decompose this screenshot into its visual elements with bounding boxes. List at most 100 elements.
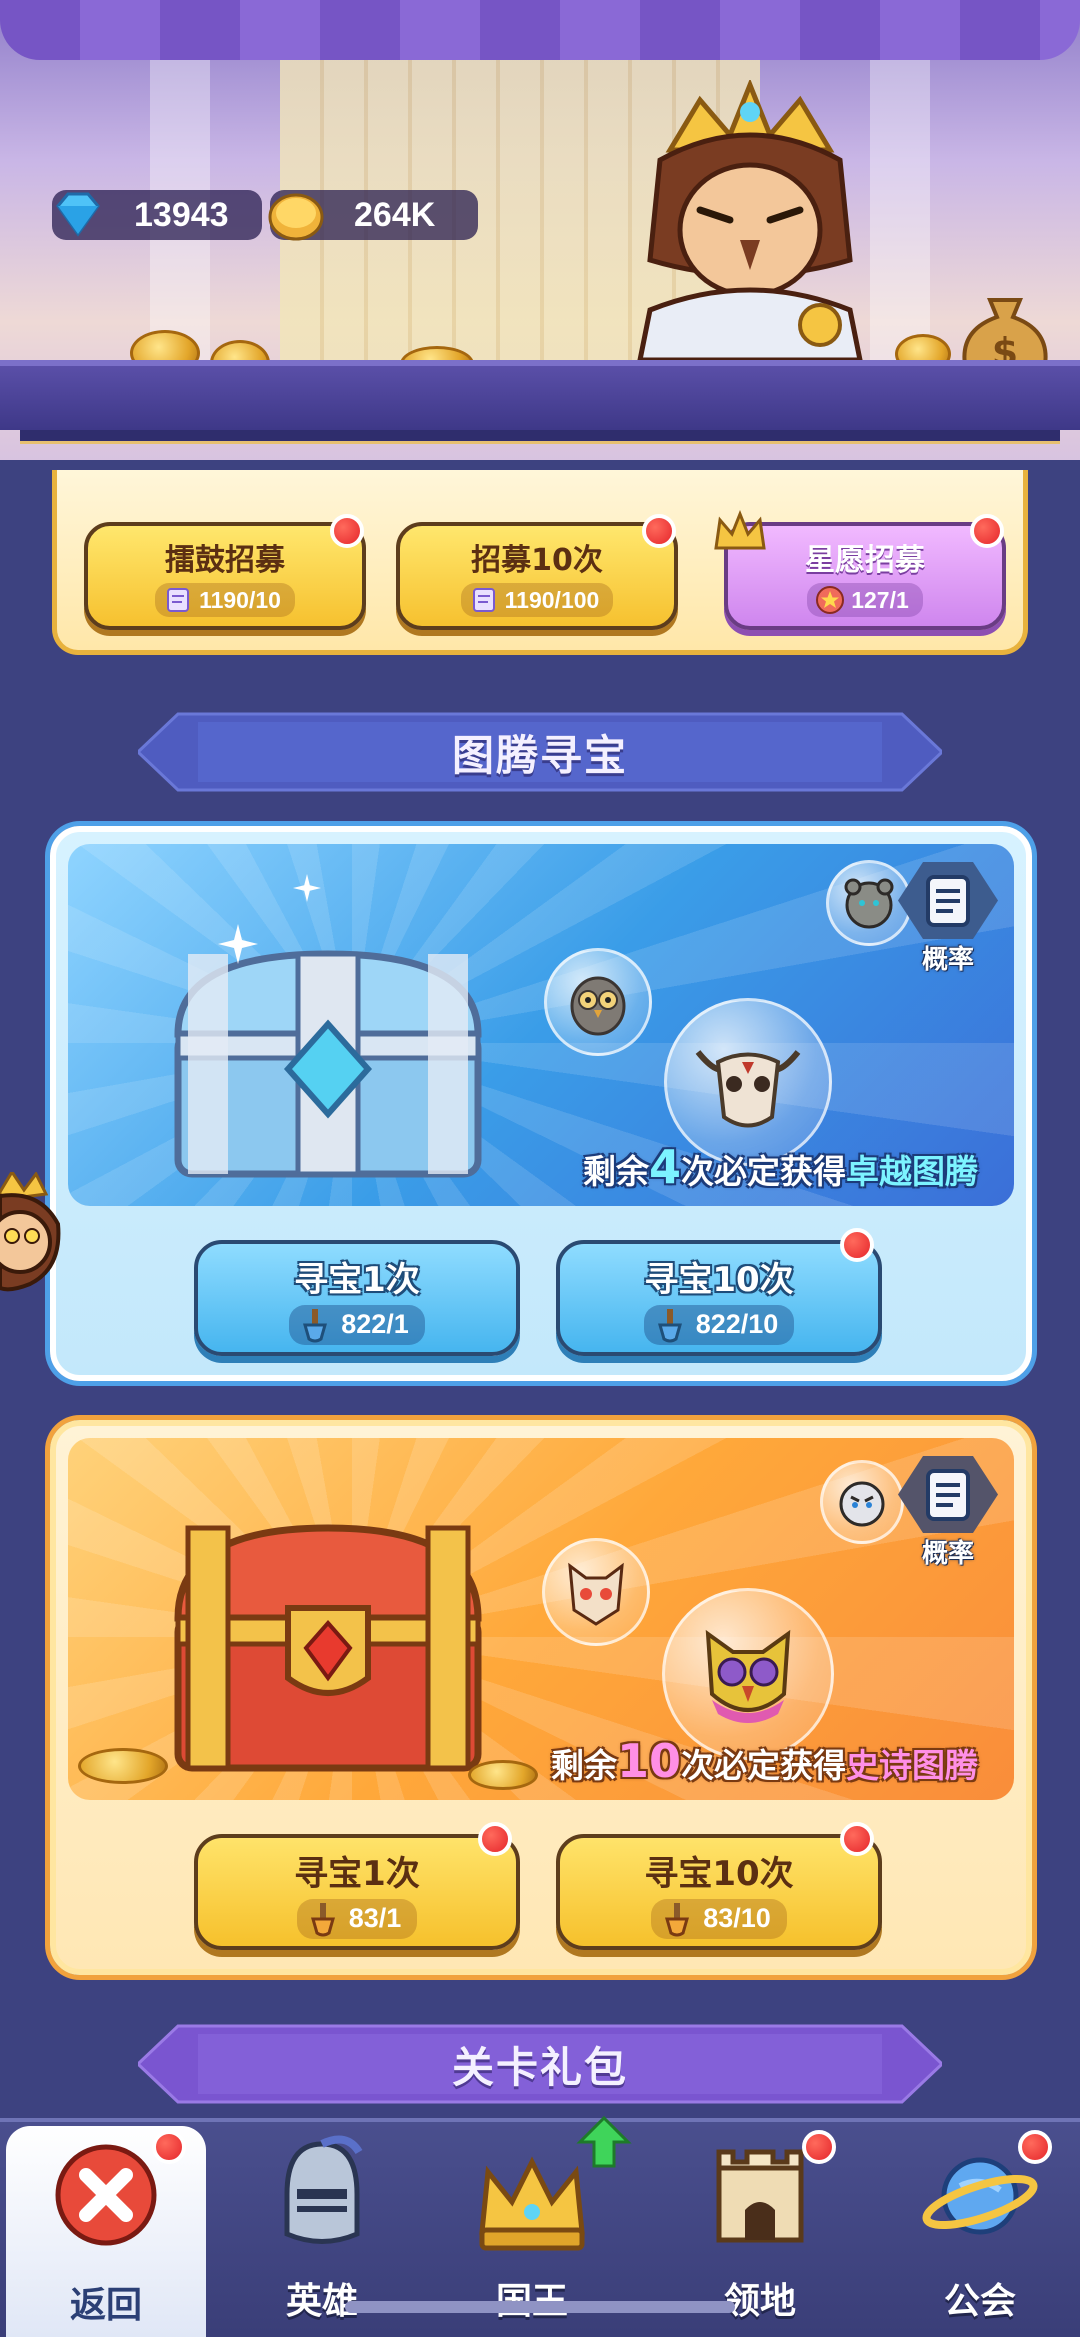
epic-chest-banner: 概率 剩余10次必定获得史诗图腾 [68,1438,1014,1800]
close-icon [55,2144,157,2246]
hero-avatar-sidebar-icon[interactable] [0,1172,62,1296]
guarantee-text: 剩余4次必定获得卓越图腾 [583,1140,978,1194]
gold-amount: 264K [354,195,436,234]
silver-chest-icon [174,950,482,1178]
notification-dot [330,514,364,548]
recruit-cost: 1190/10 [155,583,295,617]
recruit-scroll-icon [472,588,495,612]
crown-badge-icon [714,510,766,550]
document-list-icon [926,874,970,927]
stage-trim [20,430,1060,444]
gold-coin-icon [268,193,324,241]
section-title: 图腾寻宝 [451,730,628,780]
sparkle-icon [218,924,258,964]
notification-dot [840,1822,874,1856]
gold-coin-pile [78,1748,168,1784]
recruit-10-label: 招募10次 [471,543,603,578]
guarantee-mid: 次必定获得 [681,1746,846,1785]
stage-pillar [870,40,930,370]
document-list-icon [926,1468,970,1521]
treasure-hunt-1-label: 寻宝1次 [294,1259,420,1300]
diamond-counter: 13943 [52,190,262,240]
treasure-hunt-10-button[interactable]: 寻宝10次 822/10 [556,1240,882,1356]
guarantee-text: 剩余10次必定获得史诗图腾 [551,1734,978,1788]
nav-label: 国王 [496,2272,568,2324]
probability-label: 概率 [921,945,974,975]
home-indicator[interactable] [345,2301,735,2313]
guarantee-prefix: 剩余 [582,1152,649,1191]
cat-mask-totem-icon [542,1538,650,1646]
gold-shovel-icon [665,1902,690,1936]
drum-recruit-button[interactable]: 擂鼓招募 1190/10 [84,522,366,630]
stage-curtain [0,0,1080,60]
gold-chest-icon [174,1524,482,1772]
nav-label: 领地 [723,2281,796,2322]
knight-helmet-icon [284,2135,363,2244]
recruit-cost: 1190/100 [460,583,614,617]
castle-icon [716,2149,804,2243]
owl-totem-icon [544,948,652,1056]
nav-label: 返回 [69,2285,142,2326]
scroll-content[interactable]: 擂鼓招募 1190/10 招募10次 1190/100 星愿招募 127/1 图… [0,470,1080,2120]
treasure-hunt-1-button[interactable]: 寻宝1次 822/1 [194,1240,520,1356]
hunt-cost-value: 822/10 [695,1309,779,1339]
probability-hex [898,1456,998,1533]
tiger-totem-icon [820,1460,904,1544]
epic-hunt-1-label: 寻宝1次 [294,1853,420,1894]
guarantee-prefix: 剩余 [550,1746,617,1785]
recruit-cost-value: 127/1 [851,586,909,613]
gold-coin-pile [468,1760,538,1790]
totem-chest-banner: 概率 剩余4次必定获得卓越图腾 [68,844,1014,1206]
sparkle-icon [293,874,321,902]
notification-dot [642,514,676,548]
guarantee-count: 10 [616,1734,681,1788]
totem-chest-card: 概率 剩余4次必定获得卓越图腾 寻宝1次 822/1 寻宝10次 822/10 [50,826,1032,1381]
probability-label: 概率 [921,1539,974,1569]
hunt-cost: 822/10 [643,1304,795,1345]
epic-hunt-1-button[interactable]: 寻宝1次 83/1 [194,1834,520,1950]
probability-button[interactable]: 概率 [896,862,1000,976]
notification-dot [840,1228,874,1262]
notification-dot [970,514,1004,548]
probability-button[interactable]: 概率 [896,1456,1000,1570]
section-title: 关卡礼包 [451,2042,628,2092]
epic-chest-card: 概率 剩余10次必定获得史诗图腾 寻宝1次 83/1 寻宝10次 83/10 [50,1420,1032,1975]
recruit-scroll-icon [167,588,190,612]
recruit-10-button[interactable]: 招募10次 1190/100 [396,522,678,630]
king-character [637,80,863,360]
epic-hunt-10-label: 寻宝10次 [644,1853,794,1894]
epic-hunt-10-button[interactable]: 寻宝10次 83/10 [556,1834,882,1950]
totem-treasure-header: 图腾寻宝 [138,710,942,794]
hunt-cost: 83/10 [651,1898,787,1939]
notification-dot [1018,2130,1052,2164]
notification-dot [152,2130,186,2164]
gold-shovel-icon [310,1902,335,1936]
nav-label: 英雄 [285,2281,358,2322]
hunt-cost-value: 83/10 [703,1903,771,1933]
hunt-cost: 83/1 [296,1898,418,1939]
guarantee-mid: 次必定获得 [681,1152,846,1191]
nav-label: 公会 [943,2281,1016,2322]
gold-counter: 264K [268,190,478,241]
recruit-cost: 127/1 [807,583,923,617]
guarantee-reward: 史诗图腾 [846,1746,978,1785]
treasure-hunt-10-label: 寻宝10次 [644,1259,794,1300]
stage-counter [0,360,1080,430]
notification-dot [802,2130,836,2164]
notification-dot [478,1822,512,1856]
stage-pack-header: 关卡礼包 [138,2022,942,2106]
king-stage-banner: $ 13943 264K [0,0,1080,460]
guarantee-reward: 卓越图腾 [846,1152,978,1191]
hunt-cost-value: 83/1 [348,1903,402,1933]
blue-shovel-icon [657,1308,682,1342]
star-wish-label: 星愿招募 [805,543,925,578]
probability-hex [898,862,998,939]
star-token-icon [816,586,845,614]
recruit-cost-value: 1190/100 [504,586,600,613]
recruit-cost-value: 1190/10 [199,586,281,613]
diamond-amount: 13943 [134,195,229,234]
guarantee-count: 4 [648,1140,681,1194]
blue-shovel-icon [303,1308,328,1342]
hunt-cost: 822/1 [289,1304,425,1345]
diamond-icon [56,192,100,237]
